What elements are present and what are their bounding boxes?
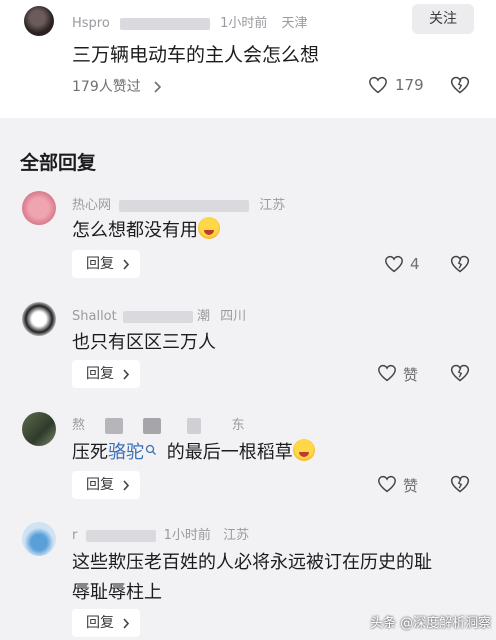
reply-text-content: 怎么想都没有用: [72, 220, 198, 241]
chevron-right-icon: [154, 81, 162, 93]
reply-button-label: 回复: [86, 477, 114, 493]
reply-text-suffix: 的最后一根稻草: [166, 442, 293, 463]
blurred-username: [105, 417, 124, 434]
reply-button-label: 回复: [86, 366, 114, 382]
blurred-username: [119, 199, 250, 212]
chevron-right-icon: [123, 617, 130, 629]
like-count: 179: [395, 76, 424, 94]
dislike-icon[interactable]: [450, 363, 470, 383]
timestamp: 1小时前: [220, 16, 268, 31]
reply-button[interactable]: 回复: [72, 250, 140, 278]
section-title: 全部回复: [20, 152, 97, 174]
location: 江苏: [223, 528, 250, 543]
reply-button[interactable]: 回复: [72, 609, 140, 637]
reply-text: 压死骆驼 的最后一根稻草: [72, 438, 315, 464]
username[interactable]: Shallot: [72, 309, 117, 324]
follow-button[interactable]: 关注: [412, 4, 474, 34]
username[interactable]: 热心网: [72, 198, 111, 213]
location: 江苏: [259, 198, 286, 213]
likes-summary[interactable]: 179人赞过: [72, 76, 163, 96]
reply-text-line-1: 这些欺压老百姓的人必将永远被订在历史的耻: [72, 552, 432, 573]
location: 天津: [281, 16, 308, 31]
reply-button-label: 回复: [86, 256, 114, 272]
username[interactable]: 熬: [72, 418, 85, 433]
reply-meta: 熬 东: [72, 414, 245, 434]
reply-text: 怎么想都没有用: [72, 216, 220, 242]
reply-button[interactable]: 回复: [72, 471, 140, 499]
laughing-emoji: [292, 439, 315, 461]
comment-text: 三万辆电动车的主人会怎么想: [72, 44, 320, 66]
reply-text-prefix: 压死: [72, 442, 108, 463]
timestamp: 1小时前: [163, 528, 211, 543]
avatar[interactable]: [22, 302, 56, 336]
reply-meta: Shallot 潮 四川: [72, 305, 246, 324]
like-count: 赞: [403, 366, 419, 384]
avatar[interactable]: [24, 6, 54, 36]
blurred-username: [122, 310, 193, 323]
reply-button-label: 回复: [86, 615, 114, 631]
avatar[interactable]: [22, 191, 56, 225]
top-comment-card: Hspro 1小时前 天津 关注 三万辆电动车的主人会怎么想 179人赞过 17…: [0, 0, 496, 118]
search-link[interactable]: 骆驼: [108, 442, 144, 463]
reply-button[interactable]: 回复: [72, 360, 140, 388]
likes-summary-label: 179人赞过: [72, 79, 141, 95]
like-count: 赞: [403, 477, 419, 495]
dislike-icon[interactable]: [450, 75, 470, 95]
search-icon[interactable]: [145, 444, 157, 456]
blurred-username: [143, 417, 162, 434]
chevron-right-icon: [123, 368, 130, 380]
heart-icon[interactable]: [368, 76, 388, 94]
username[interactable]: Hspro: [72, 16, 110, 31]
watermark: 头条 @深度解析洞察: [370, 616, 492, 631]
dislike-icon[interactable]: [450, 474, 470, 494]
laughing-emoji: [198, 217, 220, 239]
location: 四川: [220, 309, 247, 324]
blurred-username: [119, 17, 210, 30]
avatar[interactable]: [22, 522, 56, 556]
avatar[interactable]: [22, 412, 56, 446]
chevron-right-icon: [123, 258, 130, 270]
like-count: 4: [410, 255, 420, 273]
blurred-username: [85, 529, 156, 542]
reply-meta: r 1小时前 江苏: [72, 524, 249, 543]
comment-meta: Hspro 1小时前 天津: [72, 12, 308, 31]
reply-meta: 热心网 江苏: [72, 194, 285, 213]
time-fragment: 潮: [197, 309, 211, 324]
dislike-icon[interactable]: [450, 254, 470, 274]
heart-icon[interactable]: [377, 364, 397, 382]
heart-icon[interactable]: [384, 255, 404, 273]
reply-text: 也只有区区三万人: [72, 332, 216, 353]
blurred-username: [187, 417, 202, 434]
username[interactable]: r: [72, 528, 77, 543]
chevron-right-icon: [123, 479, 130, 491]
location: 东: [231, 418, 245, 433]
reply-text-line-2: 辱耻辱柱上: [72, 582, 162, 603]
heart-icon[interactable]: [377, 475, 397, 493]
